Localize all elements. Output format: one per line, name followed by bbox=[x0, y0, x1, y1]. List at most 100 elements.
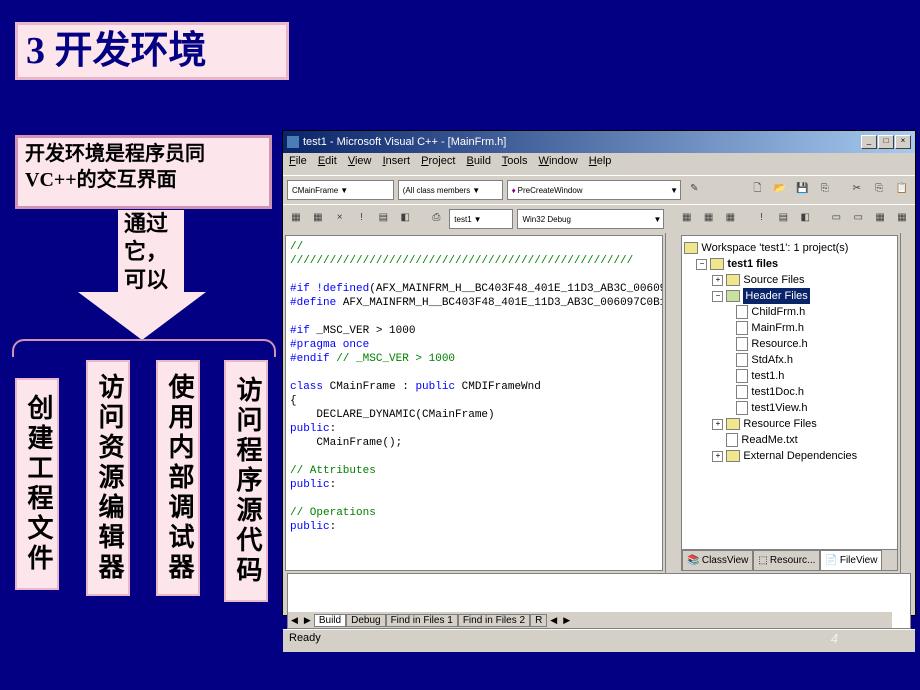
menu-insert[interactable]: Insert bbox=[383, 155, 411, 167]
tb2-btn15[interactable]: ▭ bbox=[849, 209, 867, 229]
menu-window[interactable]: Window bbox=[539, 155, 578, 167]
tb2-btn6[interactable]: ◧ bbox=[396, 209, 414, 229]
tree-file[interactable]: MainFrm.h bbox=[684, 320, 895, 336]
tree-file[interactable]: test1Doc.h bbox=[684, 384, 895, 400]
menu-edit[interactable]: Edit bbox=[318, 155, 337, 167]
tb2-btn2[interactable]: ▦ bbox=[309, 209, 327, 229]
expand-icon[interactable]: + bbox=[712, 419, 723, 430]
vtab-resource-editor: 访问资源编辑器 bbox=[86, 360, 130, 596]
scroll-left[interactable]: ◀ bbox=[547, 615, 560, 626]
tb2-btn14[interactable]: ▭ bbox=[827, 209, 845, 229]
menu-bar: FFileile Edit View Insert Project Build … bbox=[283, 153, 915, 175]
tb2-btn9[interactable]: ▦ bbox=[700, 209, 718, 229]
tb2-btn16[interactable]: ▦ bbox=[871, 209, 889, 229]
wand-icon[interactable]: ✎ bbox=[685, 180, 703, 200]
workspace-tree[interactable]: Workspace 'test1': 1 project(s) −test1 f… bbox=[681, 235, 898, 571]
output-tabs: ◀ ▶ Build Debug Find in Files 1 Find in … bbox=[288, 612, 892, 628]
menu-tools[interactable]: Tools bbox=[502, 155, 528, 167]
tree-file[interactable]: Resource.h bbox=[684, 336, 895, 352]
config-combo[interactable]: Win32 Debug ▼ bbox=[517, 209, 664, 229]
menu-view[interactable]: View bbox=[348, 155, 372, 167]
folder-icon bbox=[726, 274, 740, 286]
output-tab-find1[interactable]: Find in Files 1 bbox=[386, 614, 458, 627]
output-tab-build[interactable]: Build bbox=[314, 614, 346, 627]
slide-title: 3 开发环境 bbox=[15, 22, 289, 80]
scroll-right[interactable]: ▶ bbox=[560, 615, 573, 626]
code-scrollbar[interactable] bbox=[665, 233, 680, 573]
cut-icon[interactable]: ✂ bbox=[848, 180, 866, 200]
target-combo[interactable]: test1 ▼ bbox=[449, 209, 513, 229]
expand-icon[interactable]: − bbox=[696, 259, 707, 270]
tab-nav-next[interactable]: ▶ bbox=[301, 615, 314, 626]
tree-readme[interactable]: ReadMe.txt bbox=[684, 432, 895, 448]
folder-icon bbox=[726, 418, 740, 430]
maximize-button[interactable]: □ bbox=[878, 135, 894, 149]
tab-fileview[interactable]: 📄FileView bbox=[820, 550, 882, 570]
arrow-text: 通过它，可以 bbox=[118, 210, 184, 292]
members-combo[interactable]: (All class members ▼ bbox=[398, 180, 503, 200]
tb2-btn1[interactable]: ▦ bbox=[287, 209, 305, 229]
tree-scrollbar[interactable] bbox=[900, 233, 915, 573]
menu-file[interactable]: FFileile bbox=[289, 155, 307, 167]
open-icon[interactable]: 📂 bbox=[771, 180, 789, 200]
output-tab-debug[interactable]: Debug bbox=[346, 614, 385, 627]
tb2-btn3[interactable]: × bbox=[331, 209, 349, 229]
tb2-btn7[interactable]: ⎙ bbox=[427, 209, 445, 229]
window-titlebar[interactable]: test1 - Microsoft Visual C++ - [MainFrm.… bbox=[283, 131, 915, 153]
arrow-tip bbox=[78, 292, 206, 340]
tab-resourceview[interactable]: ⬚Resourc... bbox=[753, 550, 820, 570]
tree-file[interactable]: test1.h bbox=[684, 368, 895, 384]
tree-file[interactable]: ChildFrm.h bbox=[684, 304, 895, 320]
tb2-btn11[interactable]: ! bbox=[753, 209, 771, 229]
tb2-btn5[interactable]: ▤ bbox=[374, 209, 392, 229]
collapse-icon[interactable]: − bbox=[712, 291, 723, 302]
window-title-text: test1 - Microsoft Visual C++ - [MainFrm.… bbox=[303, 136, 506, 148]
close-button[interactable]: × bbox=[895, 135, 911, 149]
tab-classview[interactable]: 📚ClassView bbox=[682, 550, 753, 570]
paste-icon[interactable]: 📋 bbox=[893, 180, 911, 200]
tb2-btn13[interactable]: ◧ bbox=[796, 209, 814, 229]
expand-icon[interactable]: + bbox=[712, 275, 723, 286]
vtab-create-project: 创建工程文件 bbox=[15, 378, 59, 590]
vc-ide-window: test1 - Microsoft Visual C++ - [MainFrm.… bbox=[282, 130, 916, 616]
expand-icon[interactable]: + bbox=[712, 451, 723, 462]
tb2-btn10[interactable]: ▦ bbox=[721, 209, 739, 229]
menu-project[interactable]: Project bbox=[421, 155, 455, 167]
tree-resource-files[interactable]: +Resource Files bbox=[684, 416, 895, 432]
file-icon bbox=[736, 353, 748, 367]
output-tab-find2[interactable]: Find in Files 2 bbox=[458, 614, 530, 627]
tree-tabs: 📚ClassView ⬚Resourc... 📄FileView bbox=[682, 549, 897, 570]
saveall-icon[interactable]: ⎘ bbox=[816, 180, 834, 200]
file-icon bbox=[736, 337, 748, 351]
save-icon[interactable]: 💾 bbox=[793, 180, 811, 200]
app-icon bbox=[287, 136, 299, 148]
folder-icon bbox=[710, 258, 724, 270]
workspace-icon bbox=[684, 242, 698, 254]
vtab-debugger: 使用内部调试器 bbox=[156, 360, 200, 596]
tb2-btn17[interactable]: ▦ bbox=[893, 209, 911, 229]
folder-open-icon bbox=[726, 290, 740, 302]
output-pane[interactable]: ◀ ▶ Build Debug Find in Files 1 Find in … bbox=[287, 573, 911, 629]
tb2-btn8[interactable]: ▦ bbox=[678, 209, 696, 229]
menu-build[interactable]: Build bbox=[466, 155, 490, 167]
tree-file[interactable]: test1View.h bbox=[684, 400, 895, 416]
tb2-btn12[interactable]: ▤ bbox=[774, 209, 792, 229]
tree-header-files[interactable]: −Header Files bbox=[684, 288, 895, 304]
minimize-button[interactable]: _ bbox=[861, 135, 877, 149]
tab-nav-prev[interactable]: ◀ bbox=[288, 615, 301, 626]
tree-source-files[interactable]: +Source Files bbox=[684, 272, 895, 288]
tree-file[interactable]: StdAfx.h bbox=[684, 352, 895, 368]
menu-help[interactable]: Help bbox=[589, 155, 612, 167]
file-icon bbox=[736, 385, 748, 399]
new-icon[interactable]: 🗋 bbox=[748, 180, 766, 200]
class-combo[interactable]: CMainFrame ▼ bbox=[287, 180, 394, 200]
function-combo[interactable]: ♦PreCreateWindow ▼ bbox=[507, 180, 681, 200]
tree-ext-deps[interactable]: +External Dependencies bbox=[684, 448, 895, 464]
copy-icon[interactable]: ⎘ bbox=[870, 180, 888, 200]
vtab-source-code: 访问程序源代码 bbox=[224, 360, 268, 602]
output-tab-results[interactable]: R bbox=[530, 614, 547, 627]
code-editor[interactable]: // /////////////////////////////////////… bbox=[285, 235, 663, 571]
tree-project[interactable]: −test1 files bbox=[684, 256, 895, 272]
tree-workspace[interactable]: Workspace 'test1': 1 project(s) bbox=[684, 240, 895, 256]
tb2-btn4[interactable]: ! bbox=[353, 209, 371, 229]
